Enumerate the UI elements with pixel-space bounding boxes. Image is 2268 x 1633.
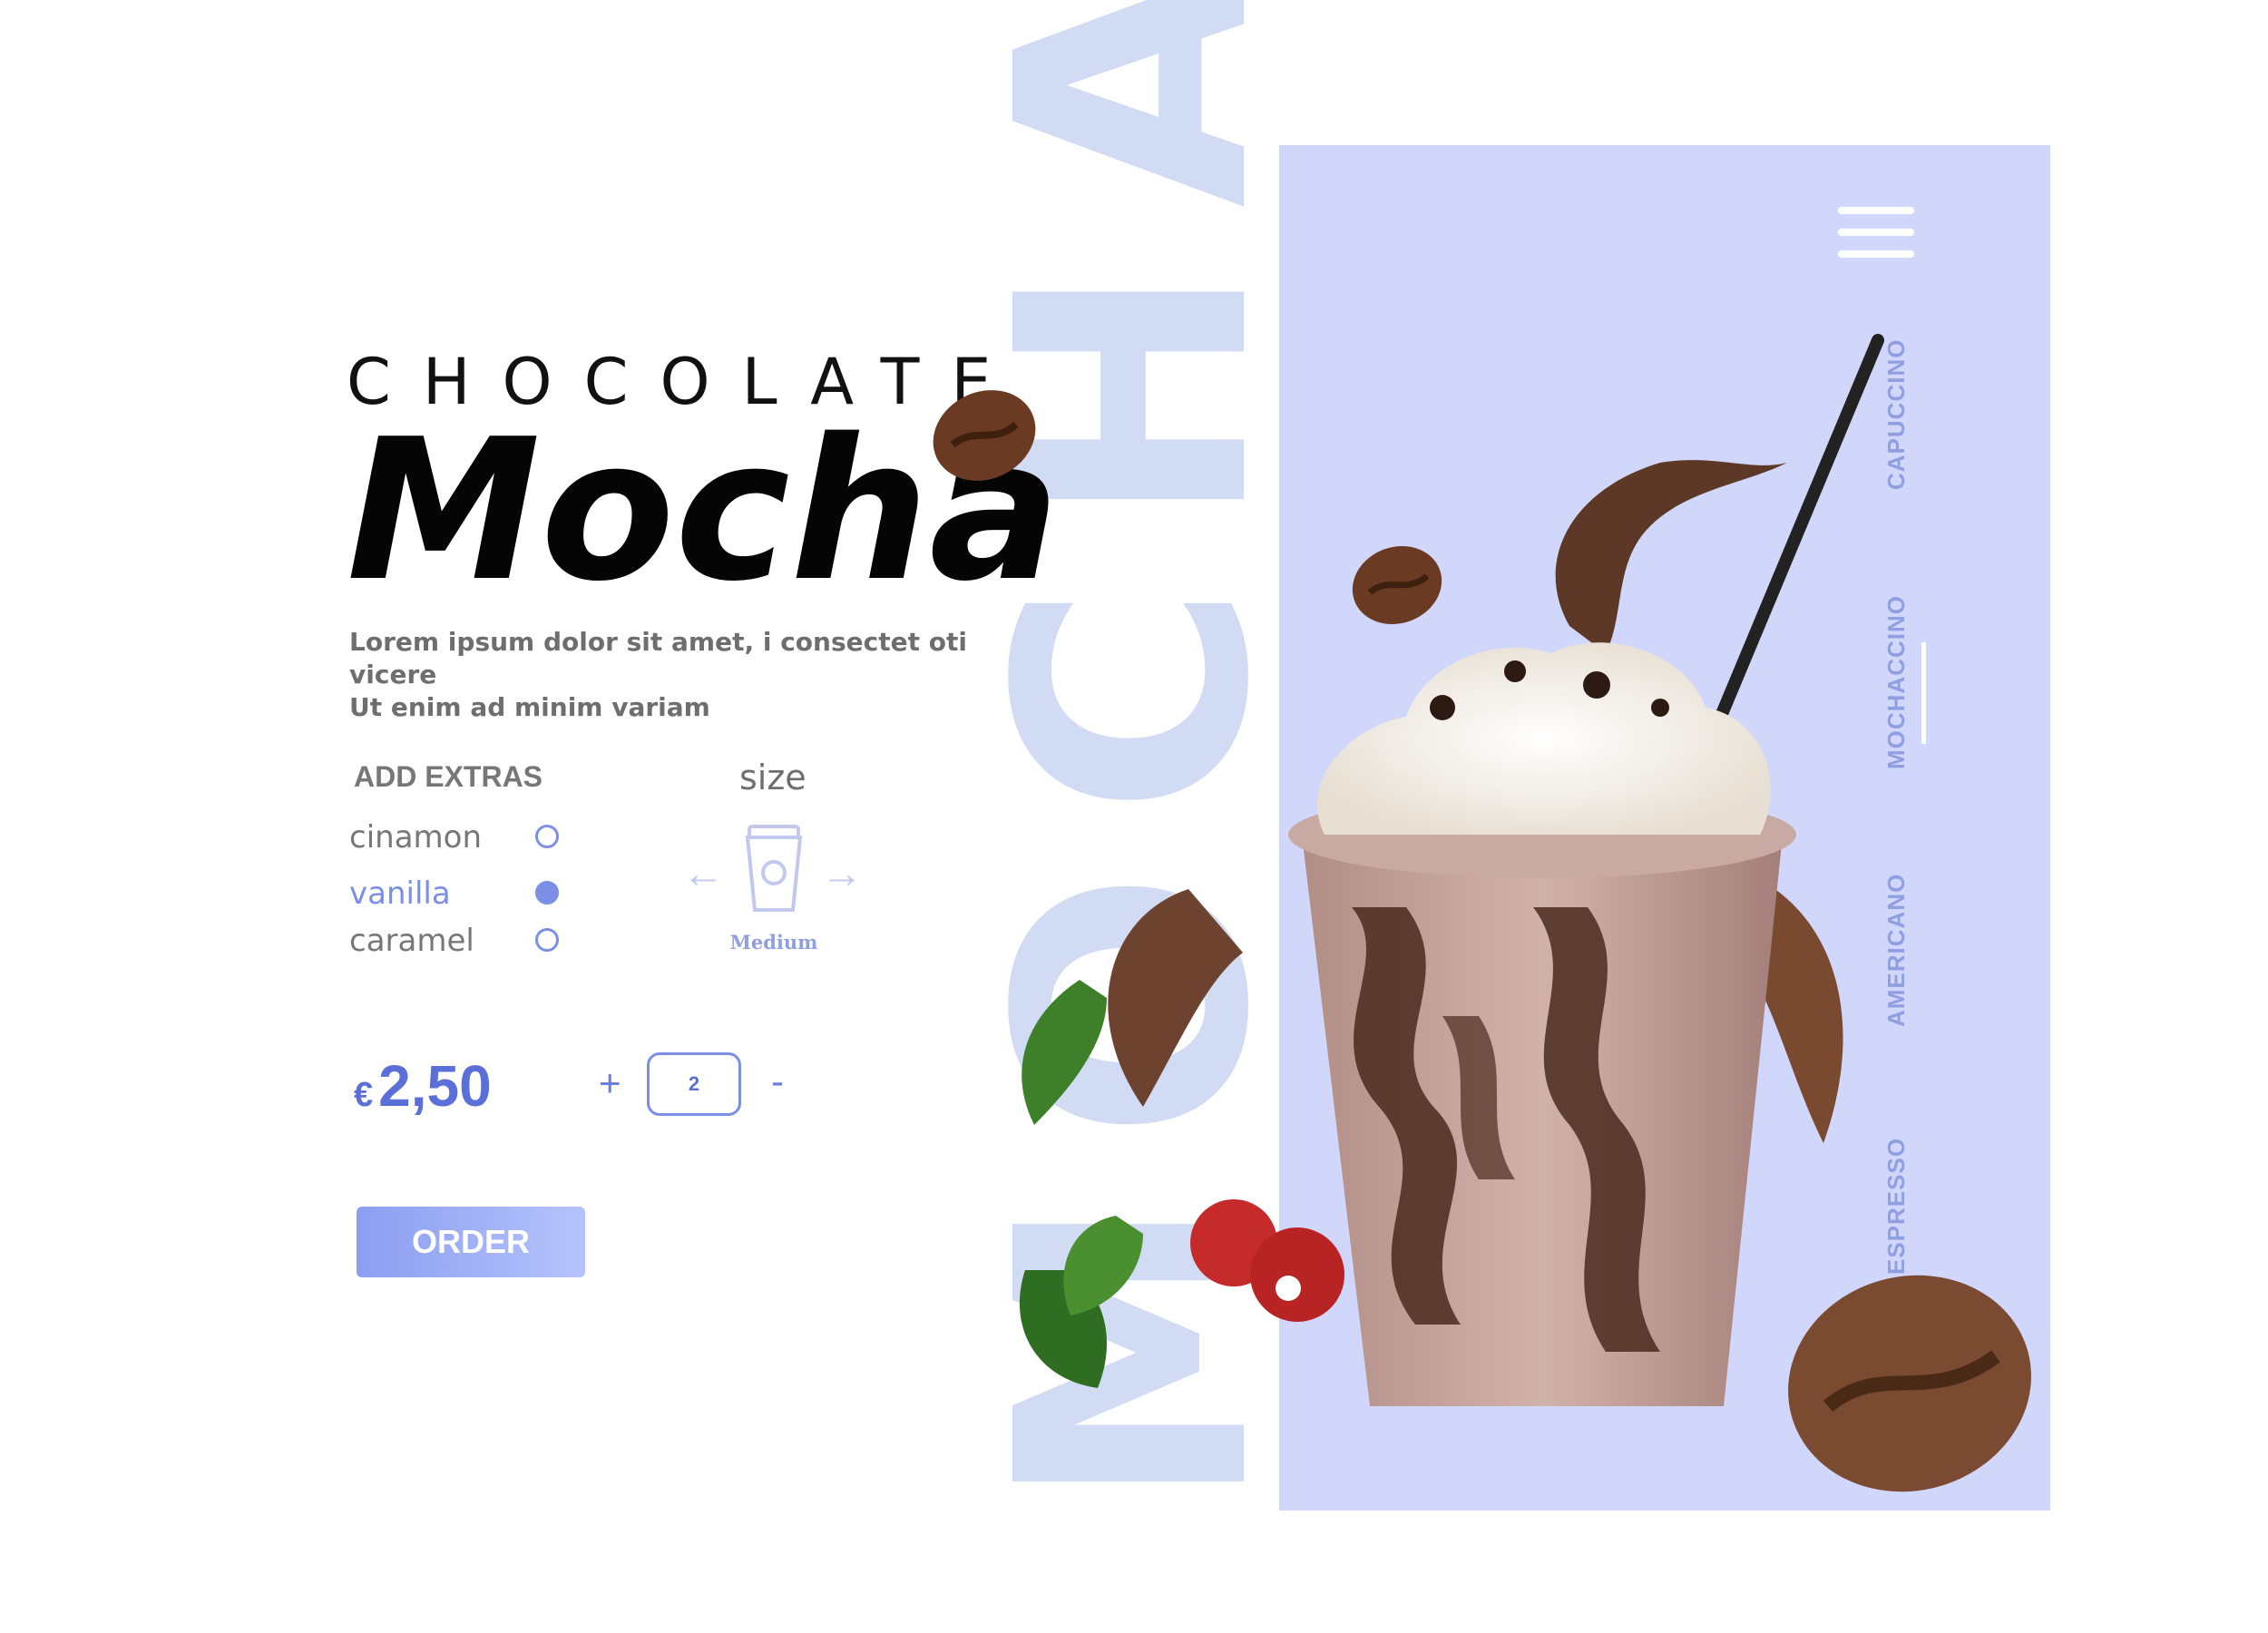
extra-label: cinamon (349, 819, 482, 856)
coffee-bean-image (933, 390, 1036, 481)
order-button[interactable]: ORDER (357, 1207, 585, 1277)
extra-option-vanilla[interactable]: vanilla (349, 875, 576, 915)
extra-label: caramel (349, 923, 474, 959)
hamburger-menu-icon[interactable] (1838, 207, 1914, 258)
price: €2,50 (354, 1052, 492, 1120)
extra-radio[interactable] (535, 825, 559, 848)
extra-radio[interactable] (535, 928, 559, 952)
product-description: Lorem ipsum dolor sit amet, i consectet … (349, 626, 1021, 724)
active-nav-indicator (1921, 642, 1926, 744)
increase-quantity-button[interactable]: + (599, 1061, 621, 1105)
extra-label: vanilla (349, 875, 451, 912)
coffee-cup-icon (745, 825, 803, 912)
nav-item-americano[interactable]: AMERICANO (1882, 874, 1911, 1027)
size-heading: size (739, 758, 807, 797)
arrow-right-icon[interactable]: → (821, 848, 863, 897)
extra-option-cinamon[interactable]: cinamon (349, 819, 576, 859)
nav-item-capuccino[interactable]: CAPUCCINO (1882, 339, 1911, 490)
extras-heading: ADD EXTRAS (354, 760, 543, 793)
coffee-bean-image (1352, 545, 1442, 625)
description-line: Ut enim ad minim variam (349, 692, 710, 722)
price-amount: 2,50 (378, 1053, 492, 1119)
currency-symbol: € (354, 1076, 374, 1114)
extra-option-caramel[interactable]: caramel (349, 923, 576, 963)
nav-item-mochaccino[interactable]: MOCHACCINO (1882, 595, 1911, 769)
size-value: Medium (729, 931, 818, 953)
decrease-quantity-button[interactable]: - (771, 1060, 784, 1103)
arrow-left-icon[interactable]: ← (682, 848, 724, 897)
extra-radio[interactable] (535, 881, 559, 905)
coffee-bean-image (1788, 1275, 2031, 1492)
description-line: Lorem ipsum dolor sit amet, i consectet … (349, 627, 967, 689)
quantity-field[interactable]: 2 (647, 1052, 741, 1116)
